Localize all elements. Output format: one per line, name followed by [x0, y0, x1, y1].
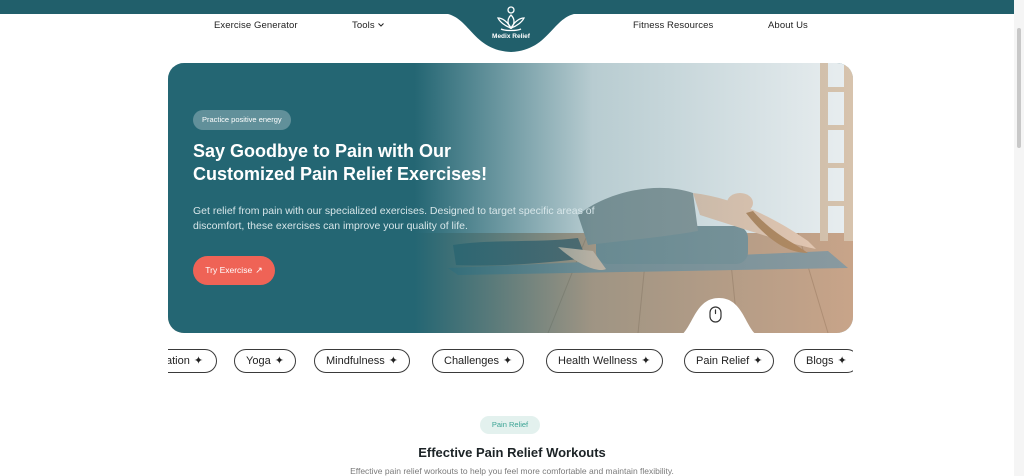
tag-label: Mindfulness	[326, 355, 385, 367]
tag-health-wellness[interactable]: Health Wellness ✦	[546, 349, 663, 373]
logo[interactable]: Medix Relief	[483, 4, 539, 44]
hero-description: Get relief from pain with our specialize…	[193, 205, 595, 232]
sparkle-icon: ✦	[837, 355, 847, 367]
lotus-logo-icon	[496, 6, 526, 32]
page-scrollbar[interactable]	[1014, 0, 1024, 476]
section-subtitle: Effective pain relief workouts to help y…	[350, 466, 674, 476]
section-title: Effective Pain Relief Workouts	[418, 445, 606, 460]
try-exercise-button[interactable]: Try Exercise ↗	[193, 256, 275, 285]
sparkle-icon: ✦	[503, 355, 513, 367]
hero-title: Say Goodbye to Pain with Our Customized …	[193, 141, 488, 184]
main-navigation: Exercise Generator Tools Medix Relief Fi…	[0, 0, 1024, 52]
section-pill: Pain Relief	[480, 416, 540, 434]
tag-label: Challenges	[444, 355, 500, 367]
sparkle-icon: ✦	[274, 355, 284, 367]
mouse-icon[interactable]	[709, 306, 722, 323]
nav-link-tools[interactable]: Tools	[352, 20, 384, 31]
tag-challenges[interactable]: Challenges ✦	[432, 349, 525, 373]
scrollbar-thumb[interactable]	[1017, 28, 1021, 148]
sparkle-icon: ✦	[388, 355, 398, 367]
nav-link-fitness-resources[interactable]: Fitness Resources	[633, 20, 713, 31]
arrow-up-right-icon: ↗	[255, 265, 263, 275]
nav-link-exercise-generator[interactable]: Exercise Generator	[214, 20, 298, 31]
category-tags: ation ✦ Yoga ✦ Mindfulness ✦ Challenges ✦ He…	[168, 349, 853, 373]
tag-meditation[interactable]: ation ✦	[168, 349, 217, 373]
chevron-down-icon	[377, 23, 384, 28]
tag-label: Pain Relief	[696, 355, 750, 367]
tag-label: Health Wellness	[558, 355, 638, 367]
tag-label: Blogs	[806, 355, 834, 367]
tag-pain-relief[interactable]: Pain Relief ✦	[684, 349, 775, 373]
nav-link-tools-label: Tools	[352, 20, 375, 31]
hero-badge: Practice positive energy	[193, 110, 291, 130]
try-exercise-label: Try Exercise	[205, 265, 253, 275]
sparkle-icon: ✦	[641, 355, 651, 367]
logo-text: Medix Relief	[492, 33, 530, 40]
tag-yoga[interactable]: Yoga ✦	[234, 349, 296, 373]
tag-label: Yoga	[246, 355, 271, 367]
tag-label: ation	[168, 355, 190, 367]
nav-link-about-us[interactable]: About Us	[768, 20, 808, 31]
hero-banner: Practice positive energy Say Goodbye to …	[168, 63, 853, 333]
tag-mindfulness[interactable]: Mindfulness ✦	[314, 349, 410, 373]
tag-blogs[interactable]: Blogs ✦	[794, 349, 853, 373]
sparkle-icon: ✦	[753, 355, 763, 367]
sparkle-icon: ✦	[193, 355, 204, 367]
